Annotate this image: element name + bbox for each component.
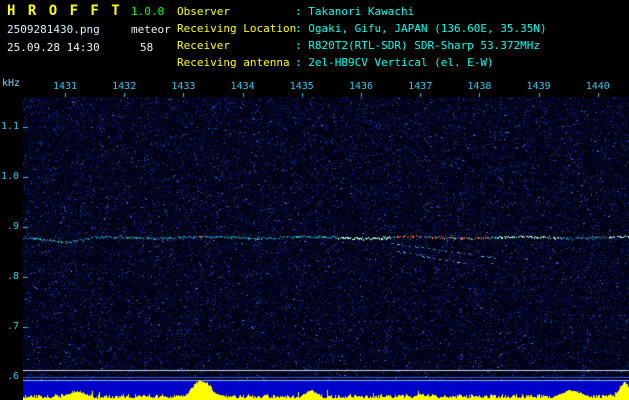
y-axis-unit-label: kHz	[2, 78, 21, 89]
y-axis-tick-label: .7	[6, 321, 19, 332]
station-info-row: Observer : Takanori Kawachi	[177, 3, 547, 20]
y-axis-tick-label: .6	[6, 371, 19, 382]
x-axis-tick-label: 1432	[112, 81, 137, 92]
station-info: Observer : Takanori Kawachi Receiving Loca…	[177, 3, 547, 71]
echo-count: 58	[140, 41, 154, 54]
x-axis-tick-label: 1436	[348, 81, 374, 92]
station-info-row: Receiving antenna : 2el-HB9CV Vertical (e…	[177, 54, 547, 71]
station-info-label: Observer	[177, 5, 230, 18]
x-axis-tick-label: 1437	[408, 81, 433, 92]
x-axis-tick-label: 1438	[467, 81, 492, 92]
y-axis-tick-label: .9	[6, 221, 19, 232]
station-info-value: : Takanori Kawachi	[295, 5, 415, 18]
app-version: 1.0.0	[131, 5, 165, 18]
y-axis-tick-label: .8	[6, 271, 19, 282]
x-axis-tick-label: 1434	[230, 81, 255, 92]
station-info-label: Receiving antenna	[177, 56, 290, 69]
datetime-label: 25.09.28 14:30	[7, 41, 100, 54]
spectrogram-canvas	[23, 90, 629, 400]
station-info-value: : 2el-HB9CV Vertical (el. E-W)	[295, 56, 494, 69]
mode-label: meteor	[131, 23, 171, 36]
y-axis-tick-label: 1.0	[0, 171, 19, 182]
station-info-value: : R820T2(RTL-SDR) SDR-Sharp 53.372MHz	[295, 39, 541, 52]
station-info-row: Receiving Location: Ogaki, Gifu, JAPAN (…	[177, 20, 547, 37]
station-info-value: : Ogaki, Gifu, JAPAN (136.60E, 35.35N)	[295, 22, 547, 35]
station-info-label: Receiver	[177, 39, 230, 52]
station-info-row: Receiver : R820T2(RTL-SDR) SDR-Sharp 53.3…	[177, 37, 547, 54]
x-axis-tick-label: 1439	[526, 81, 551, 92]
x-axis-tick-label: 1431	[52, 81, 78, 92]
station-info-label: Receiving Location	[177, 22, 297, 35]
hrofft-output-window: H R O F F T 1.0.0 2509281430.png meteor …	[0, 0, 629, 400]
x-axis-tick-label: 1440	[585, 81, 610, 92]
output-filename: 2509281430.png	[7, 23, 100, 36]
app-title: H R O F F T	[7, 3, 122, 19]
x-axis-tick-label: 1435	[289, 81, 314, 92]
x-axis-tick-label: 1433	[171, 81, 196, 92]
y-axis-tick-label: 1.1	[0, 121, 19, 132]
